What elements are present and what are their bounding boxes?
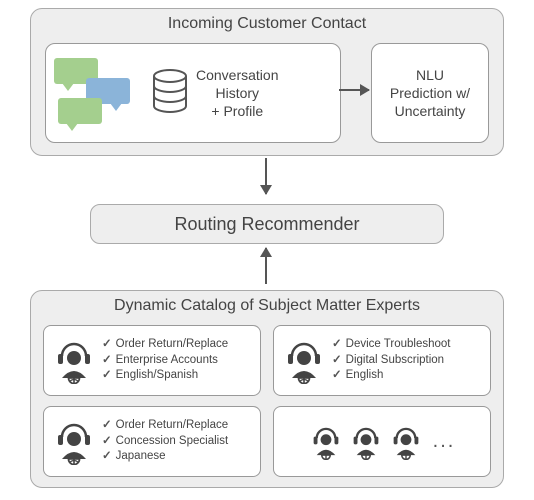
check-icon: ✓ [102, 435, 112, 447]
arrow-conv-to-nlu-icon [339, 89, 369, 91]
skill-label: Order Return/Replace [116, 338, 229, 350]
agent-headset-icon [52, 419, 96, 465]
arrow-up-icon [265, 248, 267, 284]
skill-label: English [346, 369, 384, 381]
skill-label: Concession Specialist [116, 435, 229, 447]
incoming-contact-title: Incoming Customer Contact [31, 9, 503, 37]
check-icon: ✓ [332, 354, 342, 366]
conversation-history-box: Conversation History + Profile [45, 43, 341, 143]
ellipsis-icon: ... [433, 430, 456, 453]
arrow-down-icon [265, 158, 267, 194]
experts-panel: Dynamic Catalog of Subject Matter Expert… [30, 290, 504, 488]
nlu-box: NLU Prediction w/ Uncertainty [371, 43, 489, 143]
routing-recommender-box: Routing Recommender [90, 204, 444, 244]
skill-label: Digital Subscription [346, 354, 444, 366]
routing-label: Routing Recommender [174, 214, 359, 235]
experts-grid: ✓ Order Return/Replace ✓ Enterprise Accoun… [43, 325, 491, 477]
experts-title: Dynamic Catalog of Subject Matter Expert… [31, 291, 503, 319]
expert-card-more: ... [273, 406, 491, 477]
incoming-contact-panel: Incoming Customer Contact Conversation H… [30, 8, 504, 156]
conversation-label: Conversation History + Profile [196, 66, 279, 121]
agent-headset-icon [309, 424, 343, 460]
agent-headset-icon [349, 424, 383, 460]
check-icon: ✓ [102, 354, 112, 366]
skill-label: Enterprise Accounts [116, 354, 218, 366]
expert-card: ✓ Order Return/Replace ✓ Enterprise Accoun… [43, 325, 261, 396]
agent-headset-icon [52, 338, 96, 384]
check-icon: ✓ [102, 369, 112, 381]
skill-label: Device Troubleshoot [346, 338, 451, 350]
check-icon: ✓ [332, 369, 342, 381]
expert-card: ✓ Order Return/Replace ✓ Concession Specia… [43, 406, 261, 477]
skill-label: Order Return/Replace [116, 419, 229, 431]
incoming-row: Conversation History + Profile NLU Predi… [45, 43, 489, 143]
skill-label: English/Spanish [116, 369, 198, 381]
database-icon [150, 68, 190, 118]
expert-skills: ✓ Order Return/Replace ✓ Concession Specia… [102, 418, 228, 465]
expert-skills: ✓ Order Return/Replace ✓ Enterprise Accoun… [102, 337, 228, 384]
expert-card: ✓ Device Troubleshoot ✓ Digital Subscripti… [273, 325, 491, 396]
check-icon: ✓ [102, 450, 112, 462]
chat-bubbles-icon [54, 58, 144, 128]
check-icon: ✓ [332, 338, 342, 350]
check-icon: ✓ [102, 338, 112, 350]
agent-headset-icon [389, 424, 423, 460]
agent-headset-icon [282, 338, 326, 384]
nlu-label: NLU Prediction w/ Uncertainty [390, 66, 470, 121]
expert-skills: ✓ Device Troubleshoot ✓ Digital Subscripti… [332, 337, 450, 384]
skill-label: Japanese [116, 450, 166, 462]
check-icon: ✓ [102, 419, 112, 431]
